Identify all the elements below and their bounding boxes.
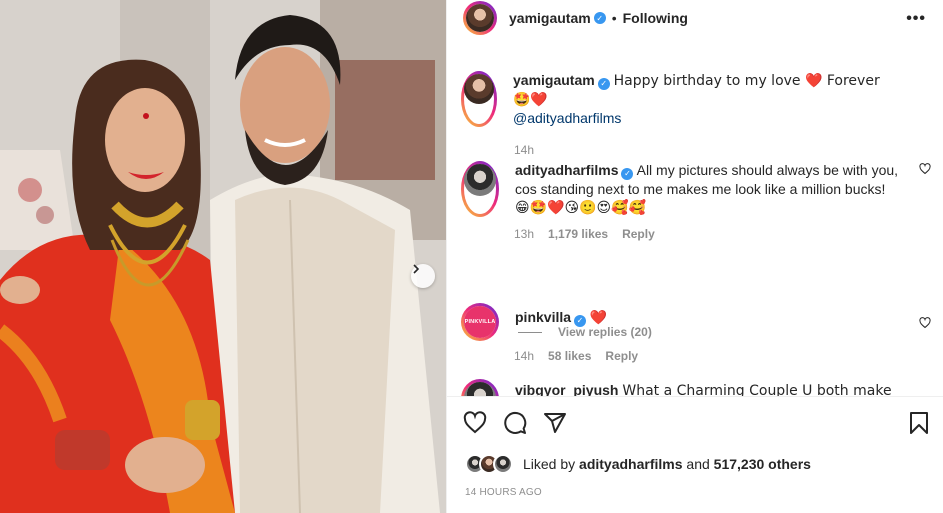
liker-avatars[interactable] [465, 454, 513, 474]
caption-mention[interactable]: @adityadharfilms [513, 110, 621, 126]
comment-emojis: 😁🤩❤️😘🙂😍🥰🥰 [515, 200, 646, 216]
comments-list[interactable]: yamigautam ✓ Happy birthday to my love ❤️… [447, 58, 943, 396]
comment-meta: 13h 1,179 likes Reply [514, 227, 931, 241]
caption-text-block: yamigautam ✓ Happy birthday to my love ❤️… [513, 71, 898, 127]
comment-time: 13h [514, 227, 535, 241]
bookmark-icon[interactable] [908, 411, 930, 435]
comment-likes[interactable]: 58 likes [548, 349, 591, 363]
comment-item: PINKVILLA pinkvilla ✓ ❤️ 14h 58 likes Rep… [461, 303, 931, 363]
caption-username[interactable]: yamigautam [513, 72, 595, 88]
verified-icon: ✓ [597, 78, 610, 90]
caption-time: 14h [514, 143, 535, 157]
comment-username[interactable]: pinkvilla [515, 309, 571, 325]
comment-avatar-ring[interactable] [461, 161, 499, 217]
share-icon[interactable] [543, 411, 567, 435]
avatar [464, 382, 496, 396]
post-side-panel: yamigautam ✓ • Following ••• yamigautam ✓… [446, 0, 943, 513]
verified-icon: ✓ [593, 12, 606, 24]
comment-likes[interactable]: 1,179 likes [548, 227, 608, 241]
likes-middle: and [686, 456, 710, 472]
comment-username[interactable]: vibgyor_piyush [515, 382, 618, 396]
comment-username[interactable]: adityadharfilms [515, 162, 618, 178]
post-photo [0, 0, 446, 513]
verified-icon: ✓ [621, 168, 634, 180]
comment-icon[interactable] [503, 411, 527, 435]
post-actions: Liked by adityadharfilms and 517,230 oth… [447, 396, 943, 513]
avatar-text: PINKVILLA [464, 319, 496, 325]
more-horizontal-icon[interactable]: ••• [906, 10, 926, 28]
comment-text: ❤️ [589, 310, 608, 326]
chevron-right-icon [413, 264, 420, 274]
like-comment-heart-icon[interactable] [919, 317, 931, 329]
post-timestamp[interactable]: 14 HOURS AGO [465, 487, 542, 498]
author-avatar-ring[interactable] [463, 1, 497, 35]
following-button[interactable]: Following [623, 10, 688, 26]
avatar [493, 454, 513, 474]
caption-avatar-ring[interactable] [461, 71, 497, 127]
likes-summary: Liked by adityadharfilms and 517,230 oth… [465, 454, 811, 474]
comment-time: 14h [514, 349, 535, 363]
avatar: PINKVILLA [464, 306, 496, 338]
couple-photo-illustration [0, 0, 446, 513]
reply-button[interactable]: Reply [605, 349, 638, 363]
caption-meta: 14h [514, 143, 931, 157]
comment-avatar-ring[interactable] [461, 379, 499, 396]
avatar [464, 164, 496, 196]
comment-text-block: vibgyor_piyush What a Charming Couple U … [515, 379, 900, 396]
comment-meta: 14h 58 likes Reply [514, 349, 931, 363]
comment-text-block: adityadharfilms ✓ All my pictures should … [515, 161, 900, 217]
action-icons [463, 411, 567, 435]
author-username[interactable]: yamigautam [509, 10, 591, 26]
avatar [466, 4, 494, 32]
caption: yamigautam ✓ Happy birthday to my love ❤️… [461, 71, 931, 157]
post-header: yamigautam ✓ • Following ••• [447, 0, 943, 36]
avatar [464, 74, 494, 104]
verified-icon: ✓ [574, 315, 587, 327]
heart-icon[interactable] [463, 411, 487, 435]
comment-item: vibgyor_piyush What a Charming Couple U … [461, 379, 931, 396]
likes-count[interactable]: 517,230 others [714, 456, 811, 472]
next-photo-button[interactable] [411, 264, 435, 288]
separator-dot: • [611, 10, 617, 26]
reply-button[interactable]: Reply [622, 227, 655, 241]
comment-avatar-ring[interactable]: PINKVILLA [461, 303, 499, 341]
liked-by-user[interactable]: adityadharfilms [579, 456, 682, 472]
comment-text-block: pinkvilla ✓ ❤️ [515, 303, 900, 341]
comment-item: adityadharfilms ✓ All my pictures should … [461, 161, 931, 241]
like-comment-heart-icon[interactable] [919, 163, 931, 175]
likes-prefix: Liked by [523, 456, 576, 472]
